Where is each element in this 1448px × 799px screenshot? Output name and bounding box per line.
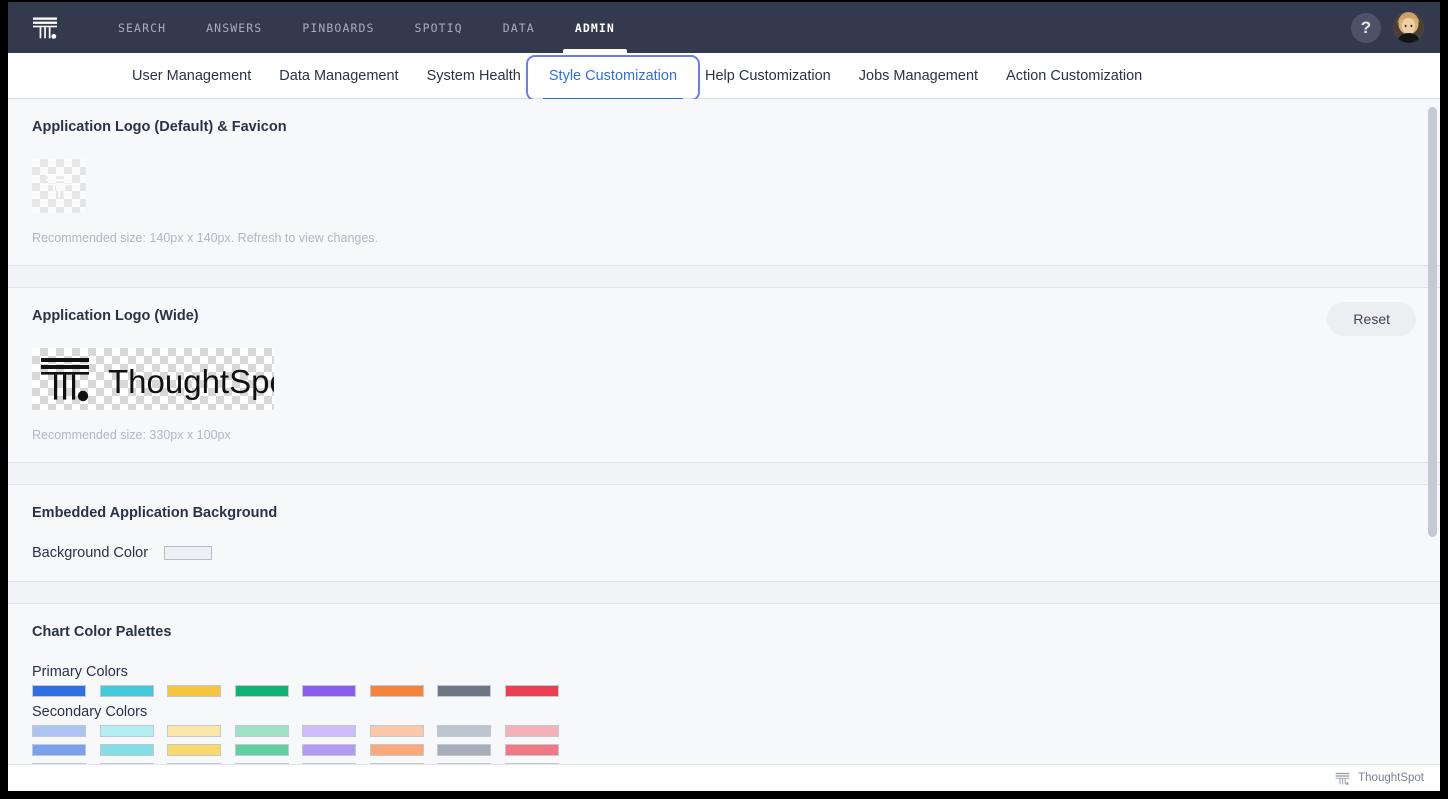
section-title: Embedded Application Background	[32, 505, 278, 521]
tab-data-management[interactable]: Data Management	[265, 53, 412, 99]
tab-label: User Management	[132, 67, 252, 84]
favicon-hint: Recommended size: 140px x 140px. Refresh…	[32, 231, 379, 245]
section-divider	[8, 582, 1440, 604]
section-divider	[8, 266, 1440, 288]
secondary-color-swatch-1-6[interactable]	[437, 744, 491, 756]
nav-item-label: SPOTIQ	[414, 20, 463, 35]
background-color-label: Background Color	[32, 545, 149, 561]
secondary-colors-label: Secondary Colors	[32, 704, 148, 720]
section-title: Application Logo (Default) & Favicon	[32, 119, 287, 135]
footer-bar	[8, 764, 1440, 791]
svg-text:ThoughtSpot: ThoughtSpot	[108, 363, 274, 400]
primary-color-swatch-6[interactable]	[437, 685, 491, 697]
section-embedded-application-background: Embedded Application Background Backgrou…	[8, 485, 1440, 582]
section-application-logo-wide: Application Logo (Wide) Reset ThoughtSpo…	[8, 288, 1440, 463]
nav-item-spotiq[interactable]: SPOTIQ	[395, 2, 483, 53]
top-nav-actions: ?	[1351, 12, 1424, 43]
nav-item-search[interactable]: SEARCH	[98, 2, 186, 53]
nav-item-label: ANSWERS	[206, 20, 263, 35]
nav-item-label: SEARCH	[118, 20, 167, 35]
section-chart-color-palettes: Chart Color Palettes Primary Colors Seco…	[8, 604, 1440, 791]
top-navigation-bar: SEARCH ANSWERS PINBOARDS SPOTIQ DATA ADM…	[8, 2, 1440, 53]
secondary-color-row-0	[32, 725, 1416, 737]
secondary-color-swatch-1-2[interactable]	[167, 744, 221, 756]
style-customization-panel: Application Logo (Default) & Favicon Rec…	[8, 99, 1440, 791]
section-divider	[8, 463, 1440, 485]
secondary-color-swatch-0-1[interactable]	[99, 725, 154, 737]
nav-item-label: DATA	[502, 20, 535, 35]
secondary-color-swatch-0-7[interactable]	[504, 725, 559, 737]
tab-label: Help Customization	[705, 67, 831, 84]
footer-watermark-label: ThoughtSpot	[1358, 772, 1424, 784]
secondary-color-swatch-1-5[interactable]	[369, 744, 424, 756]
primary-color-swatch-4[interactable]	[302, 685, 356, 697]
primary-color-swatch-2[interactable]	[167, 685, 221, 697]
secondary-color-swatch-0-3[interactable]	[234, 725, 289, 737]
tab-style-customization[interactable]: Style Customization	[525, 53, 701, 101]
nav-item-label: ADMIN	[574, 20, 615, 35]
primary-colors-label: Primary Colors	[32, 664, 128, 680]
nav-item-data[interactable]: DATA	[483, 2, 555, 53]
tab-label: Jobs Management	[858, 67, 979, 84]
top-nav-items: SEARCH ANSWERS PINBOARDS SPOTIQ DATA ADM…	[98, 2, 635, 53]
scrollbar-thumb[interactable]	[1428, 107, 1437, 537]
help-label: ?	[1360, 17, 1372, 37]
favicon-preview[interactable]	[32, 159, 86, 213]
secondary-color-swatch-1-0[interactable]	[32, 744, 86, 756]
secondary-color-swatch-1-3[interactable]	[234, 744, 289, 756]
thoughtspot-logo-icon	[1335, 772, 1350, 785]
nav-item-admin[interactable]: ADMIN	[555, 2, 635, 53]
nav-item-pinboards[interactable]: PINBOARDS	[282, 2, 394, 53]
secondary-color-swatch-0-6[interactable]	[437, 725, 491, 737]
question-mark-icon[interactable]: ?	[1351, 12, 1381, 43]
secondary-color-row-1	[32, 744, 1416, 756]
tab-help-customization[interactable]: Help Customization	[691, 53, 845, 99]
tab-label: Action Customization	[1006, 67, 1143, 84]
tab-label: System Health	[426, 67, 521, 84]
tab-system-health[interactable]: System Health	[413, 53, 535, 99]
tab-label: Data Management	[279, 67, 399, 84]
primary-color-swatch-1[interactable]	[99, 685, 154, 697]
nav-item-label: PINBOARDS	[302, 20, 375, 35]
secondary-color-swatch-1-1[interactable]	[99, 744, 154, 756]
secondary-color-swatch-0-4[interactable]	[302, 725, 356, 737]
thoughtspot-wordmark-icon: ThoughtSpot	[41, 358, 274, 402]
application-window: SEARCH ANSWERS PINBOARDS SPOTIQ DATA ADM…	[8, 2, 1440, 791]
tab-jobs-management[interactable]: Jobs Management	[845, 53, 992, 99]
wide-logo-hint: Recommended size: 330px x 100px	[32, 428, 231, 442]
primary-color-swatch-7[interactable]	[504, 685, 559, 697]
wide-logo-preview[interactable]: ThoughtSpot	[32, 348, 274, 410]
user-avatar-icon[interactable]	[1393, 12, 1424, 43]
background-color-row: Background Color	[32, 545, 1416, 561]
primary-color-swatch-5[interactable]	[369, 685, 424, 697]
secondary-color-swatch-0-2[interactable]	[167, 725, 221, 737]
secondary-color-swatch-1-4[interactable]	[302, 744, 356, 756]
thoughtspot-logo-icon	[45, 174, 73, 198]
admin-tab-bar: User Management Data Management System H…	[8, 53, 1440, 101]
primary-color-row	[32, 685, 1416, 697]
primary-color-swatch-3[interactable]	[234, 685, 289, 697]
tab-action-customization[interactable]: Action Customization	[992, 53, 1156, 99]
section-title: Chart Color Palettes	[32, 624, 172, 640]
nav-item-answers[interactable]: ANSWERS	[186, 2, 282, 53]
vertical-scrollbar[interactable]	[1428, 99, 1437, 791]
secondary-color-swatch-0-0[interactable]	[32, 725, 86, 737]
reset-button[interactable]: Reset	[1327, 302, 1416, 336]
section-application-logo-default: Application Logo (Default) & Favicon Rec…	[8, 99, 1440, 266]
tab-label: Style Customization	[548, 67, 678, 84]
secondary-color-swatch-0-5[interactable]	[369, 725, 424, 737]
section-title: Application Logo (Wide)	[32, 308, 199, 324]
tab-user-management[interactable]: User Management	[118, 53, 265, 99]
thoughtspot-logo-icon[interactable]	[28, 11, 62, 45]
footer-watermark: ThoughtSpot	[1334, 765, 1432, 791]
primary-color-swatch-0[interactable]	[32, 685, 86, 697]
background-color-swatch[interactable]	[164, 546, 213, 560]
secondary-color-swatch-1-7[interactable]	[504, 744, 559, 756]
